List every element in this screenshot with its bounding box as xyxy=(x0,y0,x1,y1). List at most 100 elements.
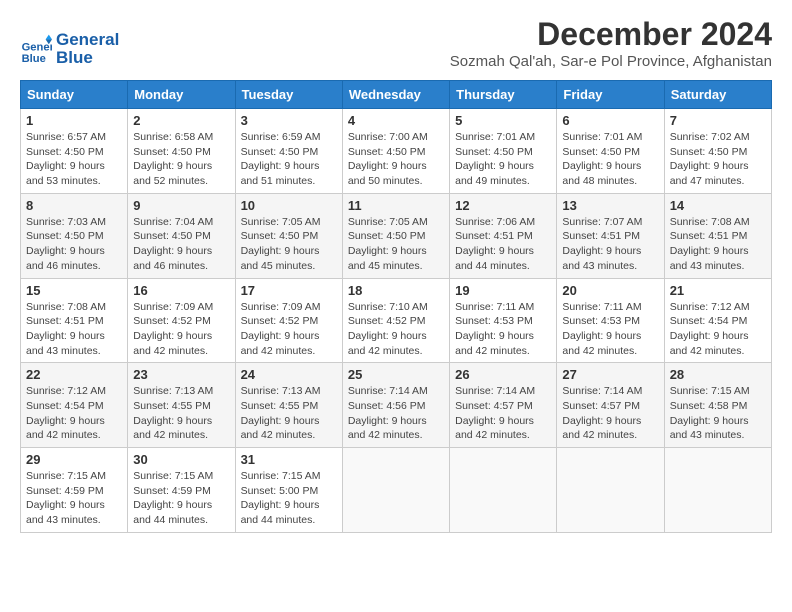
calendar-day-cell: 1Sunrise: 6:57 AMSunset: 4:50 PMDaylight… xyxy=(21,109,128,194)
calendar-week-row: 1Sunrise: 6:57 AMSunset: 4:50 PMDaylight… xyxy=(21,109,772,194)
day-number: 29 xyxy=(26,452,122,467)
calendar-day-cell: 7Sunrise: 7:02 AMSunset: 4:50 PMDaylight… xyxy=(664,109,771,194)
day-info: Sunrise: 7:07 AMSunset: 4:51 PMDaylight:… xyxy=(562,215,658,274)
logo-line2: Blue xyxy=(56,49,119,68)
day-number: 28 xyxy=(670,367,766,382)
calendar-week-row: 22 Sunrise: 7:12 AMSunset: 4:54 PMDayligh… xyxy=(21,363,772,448)
day-info: Sunrise: 7:05 AMSunset: 4:50 PMDaylight:… xyxy=(241,215,337,274)
weekday-header-cell: Sunday xyxy=(21,81,128,109)
day-number: 14 xyxy=(670,198,766,213)
calendar-body: 1Sunrise: 6:57 AMSunset: 4:50 PMDaylight… xyxy=(21,109,772,533)
calendar-day-cell xyxy=(557,448,664,533)
calendar-day-cell: 21Sunrise: 7:12 AMSunset: 4:54 PMDayligh… xyxy=(664,278,771,363)
calendar-day-cell: 26 Sunrise: 7:14 AMSunset: 4:57 PMDayligh… xyxy=(450,363,557,448)
day-number: 30 xyxy=(133,452,229,467)
day-info: Sunrise: 7:01 AMSunset: 4:50 PMDaylight:… xyxy=(562,130,658,189)
weekday-header-cell: Wednesday xyxy=(342,81,449,109)
day-info: Sunrise: 7:10 AMSunset: 4:52 PMDaylight:… xyxy=(348,300,444,359)
day-number: 2 xyxy=(133,113,229,128)
day-info: Sunrise: 7:06 AMSunset: 4:51 PMDaylight:… xyxy=(455,215,551,274)
calendar-week-row: 29 Sunrise: 7:15 AMSunset: 4:59 PMDayligh… xyxy=(21,448,772,533)
day-info: Sunrise: 7:03 AMSunset: 4:50 PMDaylight:… xyxy=(26,215,122,274)
logo-icon: General Blue xyxy=(20,33,52,65)
day-info: Sunrise: 7:01 AMSunset: 4:50 PMDaylight:… xyxy=(455,130,551,189)
calendar-day-cell: 10 Sunrise: 7:05 AMSunset: 4:50 PMDayligh… xyxy=(235,193,342,278)
day-number: 16 xyxy=(133,283,229,298)
day-info: Sunrise: 7:15 AMSunset: 4:58 PMDaylight:… xyxy=(670,384,766,443)
calendar-day-cell: 3 Sunrise: 6:59 AMSunset: 4:50 PMDaylight… xyxy=(235,109,342,194)
calendar-day-cell: 29 Sunrise: 7:15 AMSunset: 4:59 PMDayligh… xyxy=(21,448,128,533)
day-number: 3 xyxy=(241,113,337,128)
calendar-day-cell: 6 Sunrise: 7:01 AMSunset: 4:50 PMDaylight… xyxy=(557,109,664,194)
day-info: Sunrise: 7:15 AMSunset: 4:59 PMDaylight:… xyxy=(26,469,122,528)
day-number: 21 xyxy=(670,283,766,298)
calendar-day-cell: 14Sunrise: 7:08 AMSunset: 4:51 PMDayligh… xyxy=(664,193,771,278)
day-number: 18 xyxy=(348,283,444,298)
calendar-day-cell: 31Sunrise: 7:15 AMSunset: 5:00 PMDayligh… xyxy=(235,448,342,533)
calendar-day-cell: 23 Sunrise: 7:13 AMSunset: 4:55 PMDayligh… xyxy=(128,363,235,448)
day-info: Sunrise: 7:00 AMSunset: 4:50 PMDaylight:… xyxy=(348,130,444,189)
day-number: 1 xyxy=(26,113,122,128)
weekday-header-cell: Friday xyxy=(557,81,664,109)
weekday-header-cell: Monday xyxy=(128,81,235,109)
calendar-day-cell: 22 Sunrise: 7:12 AMSunset: 4:54 PMDayligh… xyxy=(21,363,128,448)
day-info: Sunrise: 7:09 AMSunset: 4:52 PMDaylight:… xyxy=(241,300,337,359)
day-number: 11 xyxy=(348,198,444,213)
calendar-day-cell: 25Sunrise: 7:14 AMSunset: 4:56 PMDayligh… xyxy=(342,363,449,448)
calendar-day-cell: 19Sunrise: 7:11 AMSunset: 4:53 PMDayligh… xyxy=(450,278,557,363)
day-info: Sunrise: 7:13 AMSunset: 4:55 PMDaylight:… xyxy=(133,384,229,443)
calendar-week-row: 15 Sunrise: 7:08 AMSunset: 4:51 PMDayligh… xyxy=(21,278,772,363)
calendar-day-cell: 24 Sunrise: 7:13 AMSunset: 4:55 PMDayligh… xyxy=(235,363,342,448)
calendar-day-cell xyxy=(664,448,771,533)
day-number: 6 xyxy=(562,113,658,128)
day-number: 20 xyxy=(562,283,658,298)
calendar-day-cell: 9Sunrise: 7:04 AMSunset: 4:50 PMDaylight… xyxy=(128,193,235,278)
day-number: 26 xyxy=(455,367,551,382)
day-info: Sunrise: 7:14 AMSunset: 4:57 PMDaylight:… xyxy=(455,384,551,443)
calendar-day-cell: 16 Sunrise: 7:09 AMSunset: 4:52 PMDayligh… xyxy=(128,278,235,363)
logo: General Blue General Blue xyxy=(20,31,119,68)
day-number: 4 xyxy=(348,113,444,128)
day-number: 23 xyxy=(133,367,229,382)
day-number: 25 xyxy=(348,367,444,382)
calendar-day-cell: 27 Sunrise: 7:14 AMSunset: 4:57 PMDayligh… xyxy=(557,363,664,448)
day-number: 24 xyxy=(241,367,337,382)
day-number: 22 xyxy=(26,367,122,382)
calendar-day-cell: 15 Sunrise: 7:08 AMSunset: 4:51 PMDayligh… xyxy=(21,278,128,363)
calendar-day-cell: 17Sunrise: 7:09 AMSunset: 4:52 PMDayligh… xyxy=(235,278,342,363)
logo-line1: General xyxy=(56,31,119,50)
day-info: Sunrise: 7:09 AMSunset: 4:52 PMDaylight:… xyxy=(133,300,229,359)
svg-text:Blue: Blue xyxy=(22,53,46,65)
title-section: December 2024 Sozmah Qal'ah, Sar-e Pol P… xyxy=(450,16,772,70)
calendar-day-cell: 4 Sunrise: 7:00 AMSunset: 4:50 PMDaylight… xyxy=(342,109,449,194)
day-info: Sunrise: 7:12 AMSunset: 4:54 PMDaylight:… xyxy=(26,384,122,443)
calendar-table: SundayMondayTuesdayWednesdayThursdayFrid… xyxy=(20,80,772,533)
day-number: 15 xyxy=(26,283,122,298)
location-subtitle: Sozmah Qal'ah, Sar-e Pol Province, Afgha… xyxy=(450,53,772,70)
day-info: Sunrise: 7:14 AMSunset: 4:57 PMDaylight:… xyxy=(562,384,658,443)
day-info: Sunrise: 7:11 AMSunset: 4:53 PMDaylight:… xyxy=(562,300,658,359)
calendar-day-cell: 18 Sunrise: 7:10 AMSunset: 4:52 PMDayligh… xyxy=(342,278,449,363)
weekday-header-cell: Thursday xyxy=(450,81,557,109)
day-info: Sunrise: 7:08 AMSunset: 4:51 PMDaylight:… xyxy=(26,300,122,359)
day-number: 10 xyxy=(241,198,337,213)
calendar-day-cell: 5Sunrise: 7:01 AMSunset: 4:50 PMDaylight… xyxy=(450,109,557,194)
day-info: Sunrise: 7:02 AMSunset: 4:50 PMDaylight:… xyxy=(670,130,766,189)
day-info: Sunrise: 7:15 AMSunset: 5:00 PMDaylight:… xyxy=(241,469,337,528)
weekday-header-cell: Tuesday xyxy=(235,81,342,109)
day-info: Sunrise: 6:58 AMSunset: 4:50 PMDaylight:… xyxy=(133,130,229,189)
calendar-day-cell: 8Sunrise: 7:03 AMSunset: 4:50 PMDaylight… xyxy=(21,193,128,278)
day-info: Sunrise: 6:59 AMSunset: 4:50 PMDaylight:… xyxy=(241,130,337,189)
calendar-day-cell: 20 Sunrise: 7:11 AMSunset: 4:53 PMDayligh… xyxy=(557,278,664,363)
calendar-day-cell: 11Sunrise: 7:05 AMSunset: 4:50 PMDayligh… xyxy=(342,193,449,278)
calendar-day-cell: 12Sunrise: 7:06 AMSunset: 4:51 PMDayligh… xyxy=(450,193,557,278)
weekday-header-cell: Saturday xyxy=(664,81,771,109)
day-info: Sunrise: 7:15 AMSunset: 4:59 PMDaylight:… xyxy=(133,469,229,528)
day-number: 27 xyxy=(562,367,658,382)
day-info: Sunrise: 7:04 AMSunset: 4:50 PMDaylight:… xyxy=(133,215,229,274)
calendar-day-cell: 28 Sunrise: 7:15 AMSunset: 4:58 PMDayligh… xyxy=(664,363,771,448)
calendar-day-cell: 2 Sunrise: 6:58 AMSunset: 4:50 PMDaylight… xyxy=(128,109,235,194)
calendar-day-cell: 13Sunrise: 7:07 AMSunset: 4:51 PMDayligh… xyxy=(557,193,664,278)
day-info: Sunrise: 7:13 AMSunset: 4:55 PMDaylight:… xyxy=(241,384,337,443)
calendar-week-row: 8Sunrise: 7:03 AMSunset: 4:50 PMDaylight… xyxy=(21,193,772,278)
